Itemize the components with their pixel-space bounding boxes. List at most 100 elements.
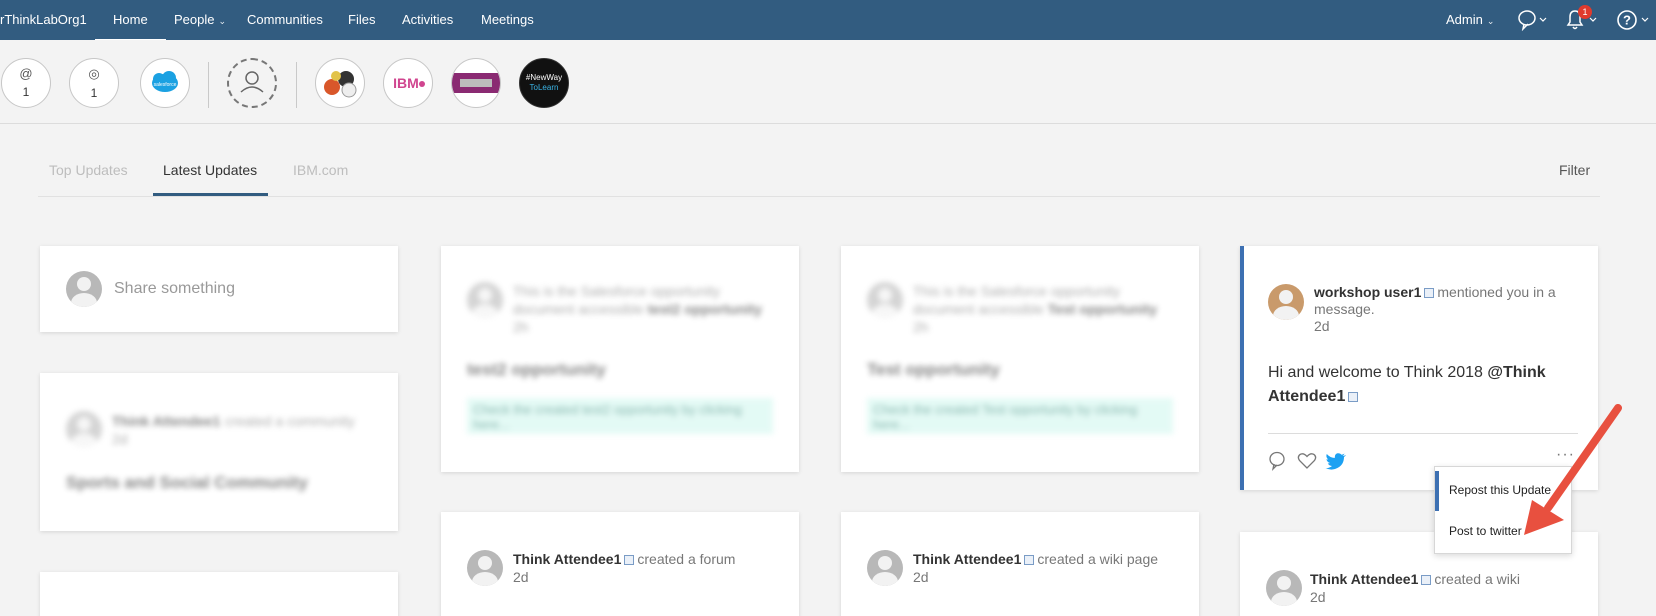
like-heart-icon[interactable] (1297, 451, 1317, 471)
sports-balls-icon (324, 71, 357, 98)
newwaytolearn-logo-icon: #NewWay ToLearn (526, 73, 562, 92)
menu-item-post-to-twitter[interactable]: Post to twitter (1435, 512, 1571, 552)
timestamp: 2d (1310, 589, 1326, 605)
more-actions-icon[interactable]: ··· (1556, 446, 1575, 464)
nav-meetings[interactable]: Meetings (481, 12, 534, 27)
mentions-bubble[interactable]: @ 1 (1, 58, 51, 108)
business-card-icon[interactable] (1348, 391, 1359, 402)
timestamp: 2d (913, 569, 929, 585)
admin-menu[interactable]: Admin ⌄ (1446, 12, 1494, 27)
svg-text:?: ? (1623, 13, 1631, 28)
card-header: This is the Salesforce opportunity docum… (913, 282, 1183, 336)
menu-item-repost[interactable]: Repost this Update (1435, 471, 1571, 511)
opportunity-card[interactable]: This is the Salesforce opportunity docum… (841, 246, 1199, 472)
mentions-count: 1 (22, 85, 30, 99)
share-box[interactable]: Share something (40, 246, 398, 332)
nav-people[interactable]: People ⌄ (174, 12, 226, 27)
mention-card[interactable]: workshop user1 mentioned you in a message… (1240, 246, 1598, 490)
author-name[interactable]: Think Attendee1 (1310, 571, 1418, 587)
admin-label: Admin (1446, 12, 1483, 27)
sports-community-bubble[interactable] (315, 58, 365, 108)
timestamp: 2d (513, 569, 529, 585)
action-text: created a wiki (1434, 571, 1520, 587)
card-title: Test opportunity (867, 360, 1000, 379)
chat-bubble-icon[interactable] (1516, 9, 1550, 31)
filter-button[interactable]: Filter (1559, 162, 1590, 178)
avatar (467, 550, 503, 586)
business-card-icon[interactable] (1024, 554, 1035, 565)
newwaytolearn-bubble[interactable]: #NewWay ToLearn (519, 58, 569, 108)
card-header: Think Attendee1 created a wiki page 2d (913, 551, 1183, 587)
actions-count: 1 (90, 86, 98, 100)
at-icon: @ (19, 66, 33, 81)
nav-home[interactable]: Home (95, 12, 166, 42)
connections-community-bubble[interactable] (451, 58, 501, 108)
card-bold: Test opportunity (1047, 301, 1158, 317)
action-required-icon: ◎ (88, 66, 100, 81)
comment-icon[interactable] (1268, 451, 1288, 471)
nav-people-label: People (174, 12, 215, 27)
avatar (1266, 570, 1302, 606)
tab-latest-updates[interactable]: Latest Updates (163, 162, 257, 178)
author-name[interactable]: workshop user1 (1314, 284, 1421, 300)
timestamp: 2d (1314, 318, 1330, 334)
notification-badge: 1 (1578, 5, 1592, 19)
svg-text:salesforce: salesforce (154, 82, 177, 88)
svg-text:ToLearn: ToLearn (530, 83, 559, 92)
avatar (66, 411, 102, 447)
help-icon[interactable]: ? (1616, 9, 1652, 33)
post-text: Hi and welcome to Think 2018 (1268, 364, 1483, 381)
timestamp: 2h (513, 319, 529, 335)
shortcut-bubble-bar: @ 1 ◎ 1 salesforce IBM #NewWay ToLearn (0, 40, 1656, 124)
user-photo-avatar[interactable] (1268, 284, 1304, 320)
card-header: This is the Salesforce opportunity docum… (513, 282, 783, 336)
card-header: workshop user1 mentioned you in a message… (1314, 284, 1584, 335)
avatar (66, 271, 102, 307)
avatar (467, 282, 503, 318)
opportunity-card[interactable]: This is the Salesforce opportunity docum… (441, 246, 799, 472)
card-bold: test2 opportunity (647, 301, 762, 317)
card-header: Think Attendee1 created a forum 2d (513, 551, 783, 587)
salesforce-icon: salesforce (152, 71, 178, 92)
tab-top-updates[interactable]: Top Updates (49, 162, 128, 178)
bubble-divider (208, 62, 209, 108)
card-header: Think Attendee1 created a wiki 2d (1310, 571, 1580, 607)
card-title: Sports and Social Community (66, 473, 308, 492)
business-card-icon[interactable] (1421, 574, 1432, 585)
timestamp: 2d (112, 431, 128, 447)
card-snippet: Check the created test2 opportunity by c… (467, 398, 773, 434)
nav-files[interactable]: Files (348, 12, 375, 27)
timestamp: 2h (913, 319, 929, 335)
author-name: Think Attendee1 (112, 413, 221, 429)
nav-activities[interactable]: Activities (402, 12, 453, 27)
tabs-divider (38, 196, 1600, 197)
svg-text:IBM: IBM (393, 75, 419, 91)
business-card-icon[interactable] (1424, 287, 1435, 298)
bubble-divider (296, 62, 297, 108)
actions-bubble[interactable]: ◎ 1 (69, 58, 119, 108)
salesforce-bubble[interactable]: salesforce (140, 58, 190, 108)
avatar (867, 282, 903, 318)
nav-communities[interactable]: Communities (247, 12, 323, 27)
wiki-page-created-card[interactable]: Think Attendee1 created a wiki page 2d (841, 512, 1199, 616)
community-created-card[interactable]: Think Attendee1 created a community 2d S… (40, 373, 398, 531)
business-card-icon[interactable] (624, 554, 635, 565)
chevron-down-icon: ⌄ (218, 16, 227, 26)
ibm-logo-icon: IBM (393, 75, 425, 91)
author-name[interactable]: Think Attendee1 (913, 551, 1021, 567)
ibm-community-bubble[interactable]: IBM (383, 58, 433, 108)
post-body: Hi and welcome to Think 2018 @Think Atte… (1268, 361, 1578, 409)
card-title: test2 opportunity (467, 360, 606, 379)
org-name[interactable]: rThinkLabOrg1 (0, 12, 87, 27)
twitter-icon[interactable] (1325, 452, 1347, 470)
feed-card-partial[interactable] (40, 572, 398, 616)
card-divider (1268, 433, 1578, 434)
card-header: Think Attendee1 created a community 2d (112, 413, 382, 449)
profile-bubble[interactable] (227, 58, 277, 108)
chevron-down-icon: ⌄ (1486, 16, 1495, 26)
author-name[interactable]: Think Attendee1 (513, 551, 621, 567)
forum-created-card[interactable]: Think Attendee1 created a forum 2d (441, 512, 799, 616)
tab-ibm-com[interactable]: IBM.com (293, 162, 348, 178)
share-placeholder[interactable]: Share something (114, 280, 235, 298)
avatar (867, 550, 903, 586)
